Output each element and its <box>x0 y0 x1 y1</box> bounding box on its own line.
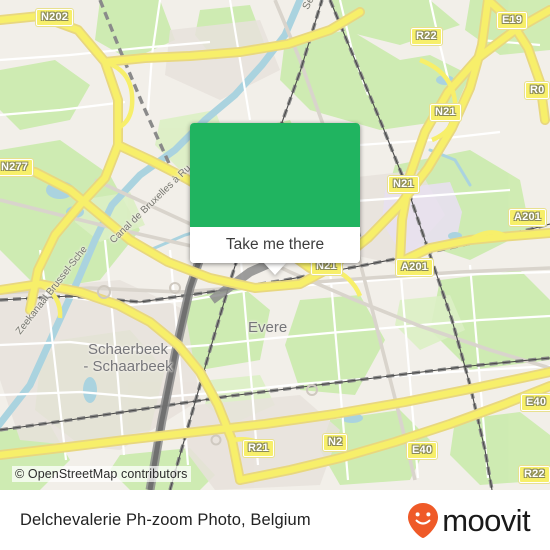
location-popup-card[interactable]: Take me there <box>190 123 360 263</box>
map-canvas[interactable]: Senne - Zenne Canal de Bruxelles à Ru Ze… <box>0 0 550 490</box>
moovit-pin-icon <box>408 502 439 538</box>
location-title: Delchevalerie Ph-zoom Photo, Belgium <box>20 511 311 529</box>
popup-photo-placeholder <box>190 123 360 227</box>
popup-pointer-tail <box>263 262 287 275</box>
osm-attribution[interactable]: © OpenStreetMap contributors <box>12 466 191 482</box>
moovit-map-page: Senne - Zenne Canal de Bruxelles à Ru Ze… <box>0 0 550 550</box>
take-me-there-button[interactable]: Take me there <box>190 227 360 263</box>
moovit-wordmark: moovit <box>442 502 530 538</box>
moovit-logo[interactable]: moovit <box>406 502 531 540</box>
page-footer: Delchevalerie Ph-zoom Photo, Belgium moo… <box>0 490 550 550</box>
